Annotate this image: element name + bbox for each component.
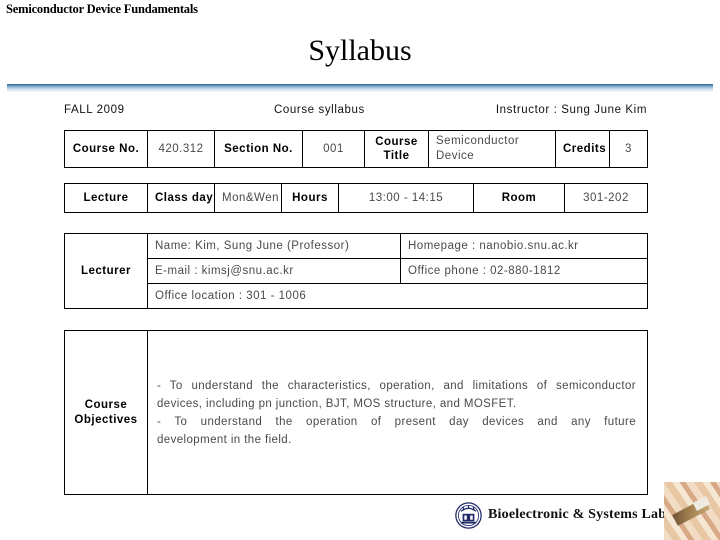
course-objectives-body: - To understand the characteristics, ope… <box>155 377 640 449</box>
schedule-table: Lecture Class day Mon&Wen Hours 13:00 - … <box>64 183 648 213</box>
footer-lab-branding: Bioelectronic & Systems Lab. <box>455 500 670 530</box>
slide-header-text: Semiconductor Device Fundamentals <box>6 2 198 16</box>
course-objectives-label: Course Objectives <box>64 330 148 495</box>
header-divider-bar <box>7 84 713 92</box>
objective-line-1: - To understand the characteristics, ope… <box>157 379 636 392</box>
credits-value: 3 <box>609 130 648 168</box>
lecturer-label: Lecturer <box>64 233 148 309</box>
university-emblem-icon <box>455 501 482 529</box>
lecturer-homepage[interactable]: Homepage : nanobio.snu.ac.kr <box>400 233 648 259</box>
table-row: Lecturer Name: Kim, Sung June (Professor… <box>64 233 648 309</box>
corner-decoration-photo <box>664 482 720 540</box>
lecturer-office-location: Office location : 301 - 1006 <box>147 283 648 309</box>
lecture-type-label: Lecture <box>64 183 148 213</box>
course-no-value: 420.312 <box>147 130 215 168</box>
syllabus-info-row: FALL 2009 Course syllabus Instructor : S… <box>64 104 647 122</box>
objectives-label-line1: Course <box>84 398 128 411</box>
room-value: 301-202 <box>564 183 648 213</box>
objective-line-2: devices, including pn junction, BJT, MOS… <box>157 397 517 410</box>
document-title: Course syllabus <box>274 104 365 116</box>
lecturer-email[interactable]: E-mail : kimsj@snu.ac.kr <box>147 258 401 284</box>
table-row: Course No. 420.312 Section No. 001 Cours… <box>64 130 648 168</box>
table-row: Lecture Class day Mon&Wen Hours 13:00 - … <box>64 183 648 213</box>
objective-line-4: development in the field. <box>157 433 292 446</box>
objectives-label-line2: Objectives <box>74 413 138 426</box>
course-title-label: Course Title <box>364 130 429 168</box>
class-day-label: Class day <box>147 183 215 213</box>
room-label: Room <box>473 183 565 213</box>
course-info-table: Course No. 420.312 Section No. 001 Cours… <box>64 130 648 168</box>
hours-label: Hours <box>281 183 339 213</box>
lecturer-name: Name: Kim, Sung June (Professor) <box>147 233 401 259</box>
course-title-value: Semiconductor Device <box>428 130 556 168</box>
credits-label: Credits <box>555 130 610 168</box>
table-row: Office location : 301 - 1006 <box>65 283 648 309</box>
class-day-value: Mon&Wen <box>214 183 282 213</box>
course-objectives-body-cell: - To understand the characteristics, ope… <box>147 330 648 495</box>
instructor-label: Instructor : Sung June Kim <box>495 104 647 116</box>
term-label: FALL 2009 <box>64 104 125 116</box>
section-no-value: 001 <box>302 130 365 168</box>
lab-name-label: Bioelectronic & Systems Lab. <box>488 507 670 522</box>
lecturer-table: Lecturer Name: Kim, Sung June (Professor… <box>64 233 648 309</box>
page-title: Syllabus <box>308 34 412 67</box>
course-no-label: Course No. <box>64 130 148 168</box>
table-row: Course Objectives - To understand the ch… <box>64 330 648 495</box>
table-row: E-mail : kimsj@snu.ac.kr Office phone : … <box>65 258 648 284</box>
objective-line-3: - To understand the operation of present… <box>157 415 636 428</box>
lecturer-office-phone: Office phone : 02-880-1812 <box>400 258 648 284</box>
section-no-label: Section No. <box>214 130 303 168</box>
hours-value: 13:00 - 14:15 <box>338 183 474 213</box>
course-objectives-table: Course Objectives - To understand the ch… <box>64 330 648 495</box>
